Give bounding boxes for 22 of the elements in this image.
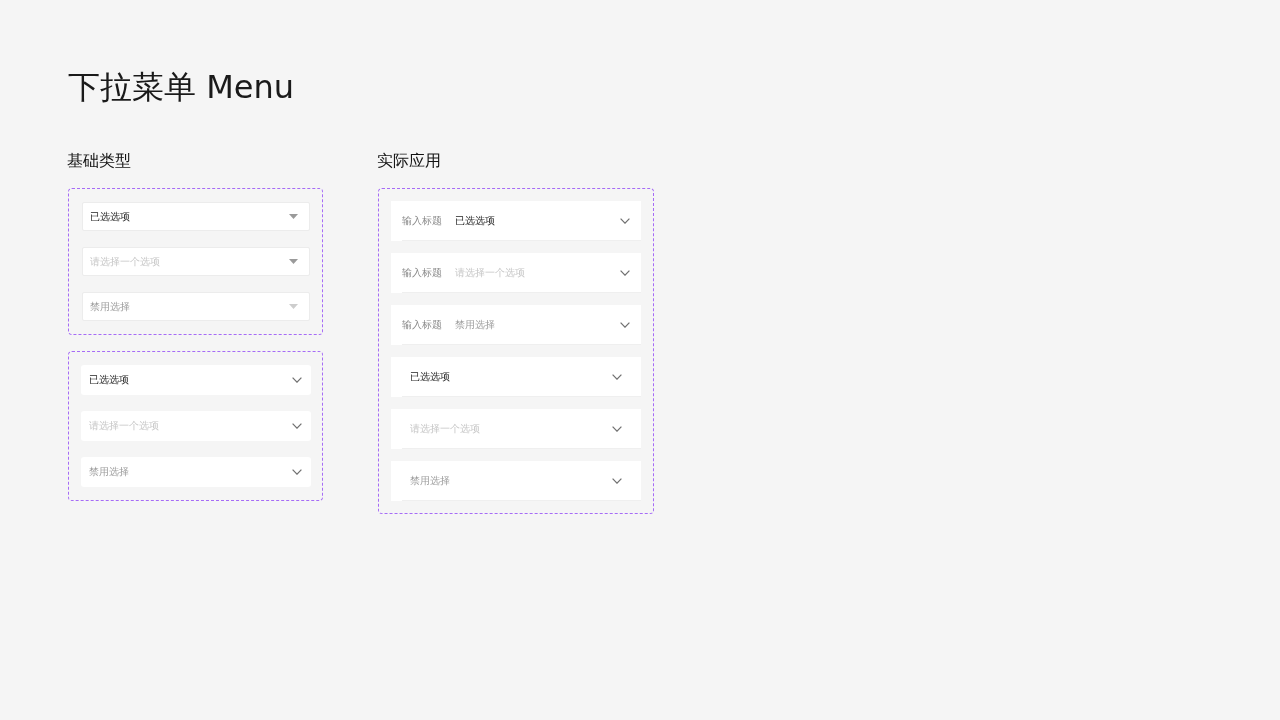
page-title: 下拉菜单 Menu — [68, 67, 295, 108]
section-heading: 基础类型 — [67, 150, 131, 172]
section-heading: 实际应用 — [377, 150, 441, 172]
field-label: 输入标题 — [402, 318, 443, 332]
field-label: 输入标题 — [402, 214, 443, 228]
field-label: 输入标题 — [402, 266, 443, 280]
select-field[interactable]: 已选选项 — [81, 365, 311, 395]
chevron-down-icon — [292, 469, 302, 475]
chevron-down-icon — [612, 426, 622, 432]
caret-down-icon — [289, 304, 298, 309]
chevron-down-icon — [292, 423, 302, 429]
chevron-down-icon — [612, 478, 622, 484]
select-field[interactable]: 已选选项 — [455, 201, 630, 241]
chevron-down-icon — [292, 377, 302, 383]
chevron-down-icon — [620, 270, 630, 276]
caret-down-icon — [289, 214, 298, 219]
chevron-down-icon — [620, 322, 630, 328]
chevron-down-icon — [620, 218, 630, 224]
select-field[interactable]: 已选选项 — [82, 202, 310, 231]
caret-down-icon — [289, 259, 298, 264]
select-field[interactable]: 已选选项 — [391, 357, 641, 397]
chevron-down-icon — [612, 374, 622, 380]
